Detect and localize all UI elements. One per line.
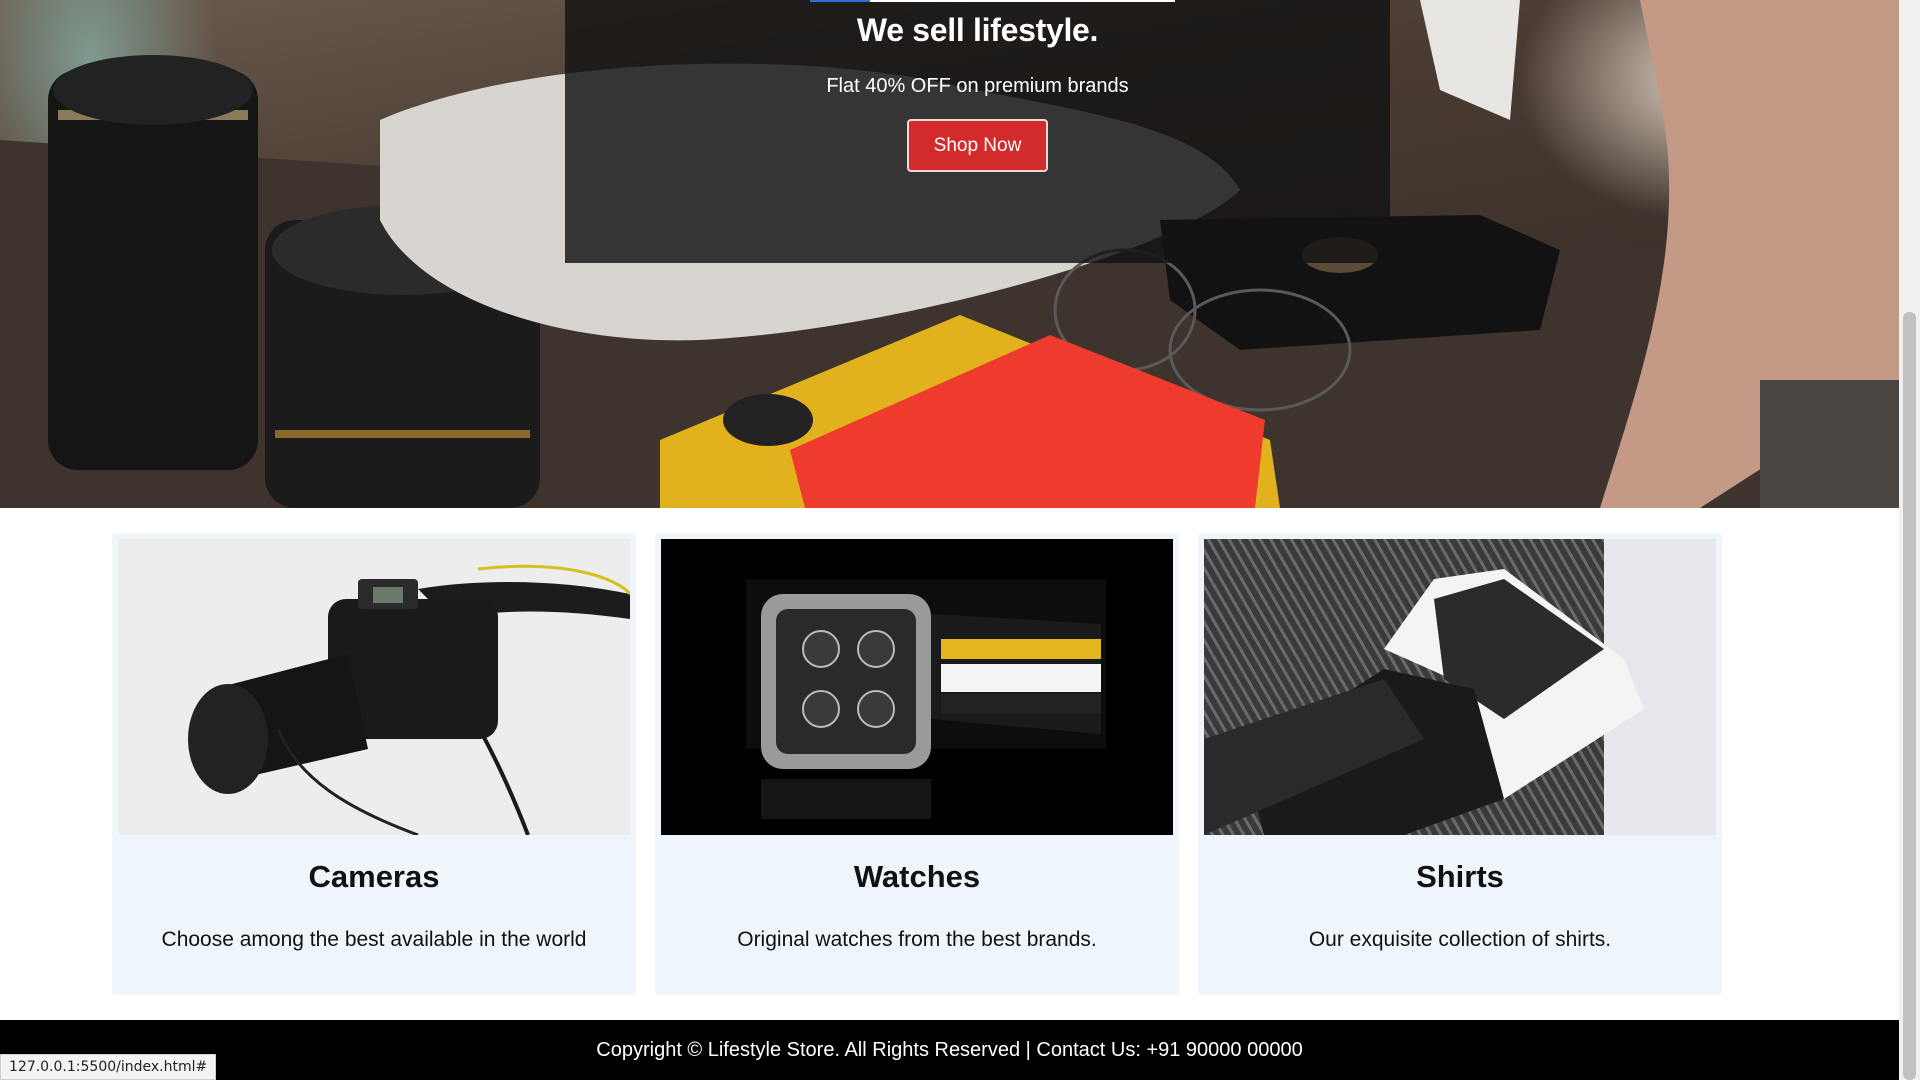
watches-image[interactable] bbox=[661, 539, 1173, 835]
shirts-image[interactable] bbox=[1204, 539, 1716, 835]
hero-banner-panel: We sell lifestyle. Flat 40% OFF on premi… bbox=[565, 0, 1390, 263]
hero-subtitle: Flat 40% OFF on premium brands bbox=[826, 75, 1129, 97]
vertical-scrollbar[interactable] bbox=[1899, 0, 1920, 1080]
scrollbar-thumb[interactable] bbox=[1903, 312, 1916, 1080]
card-cameras[interactable]: Cameras Choose among the best available … bbox=[112, 533, 636, 995]
shop-now-button[interactable]: Shop Now bbox=[907, 119, 1048, 172]
footer: Copyright © Lifestyle Store. All Rights … bbox=[0, 1020, 1899, 1080]
card-description: Choose among the best available in the w… bbox=[161, 928, 587, 951]
card-shirts[interactable]: Shirts Our exquisite collection of shirt… bbox=[1198, 533, 1722, 995]
hero-section: We sell lifestyle. Flat 40% OFF on premi… bbox=[0, 0, 1899, 508]
hero-title: We sell lifestyle. bbox=[856, 12, 1099, 48]
footer-text: Copyright © Lifestyle Store. All Rights … bbox=[596, 1038, 1303, 1061]
hero-top-divider bbox=[810, 0, 1175, 2]
link-status-bar: 127.0.0.1:5500/index.html# bbox=[0, 1054, 217, 1080]
card-watches[interactable]: Watches Original watches from the best b… bbox=[655, 533, 1179, 995]
card-description: Our exquisite collection of shirts. bbox=[1308, 928, 1612, 951]
hero-top-divider-accent bbox=[810, 0, 870, 2]
cameras-image[interactable] bbox=[118, 539, 630, 835]
card-title: Shirts bbox=[1416, 859, 1504, 894]
category-cards: Cameras Choose among the best available … bbox=[112, 533, 1724, 995]
card-title: Cameras bbox=[308, 859, 440, 894]
card-description: Original watches from the best brands. bbox=[737, 928, 1097, 951]
card-title: Watches bbox=[853, 859, 981, 894]
status-url: 127.0.0.1:5500/index.html# bbox=[9, 1059, 208, 1075]
